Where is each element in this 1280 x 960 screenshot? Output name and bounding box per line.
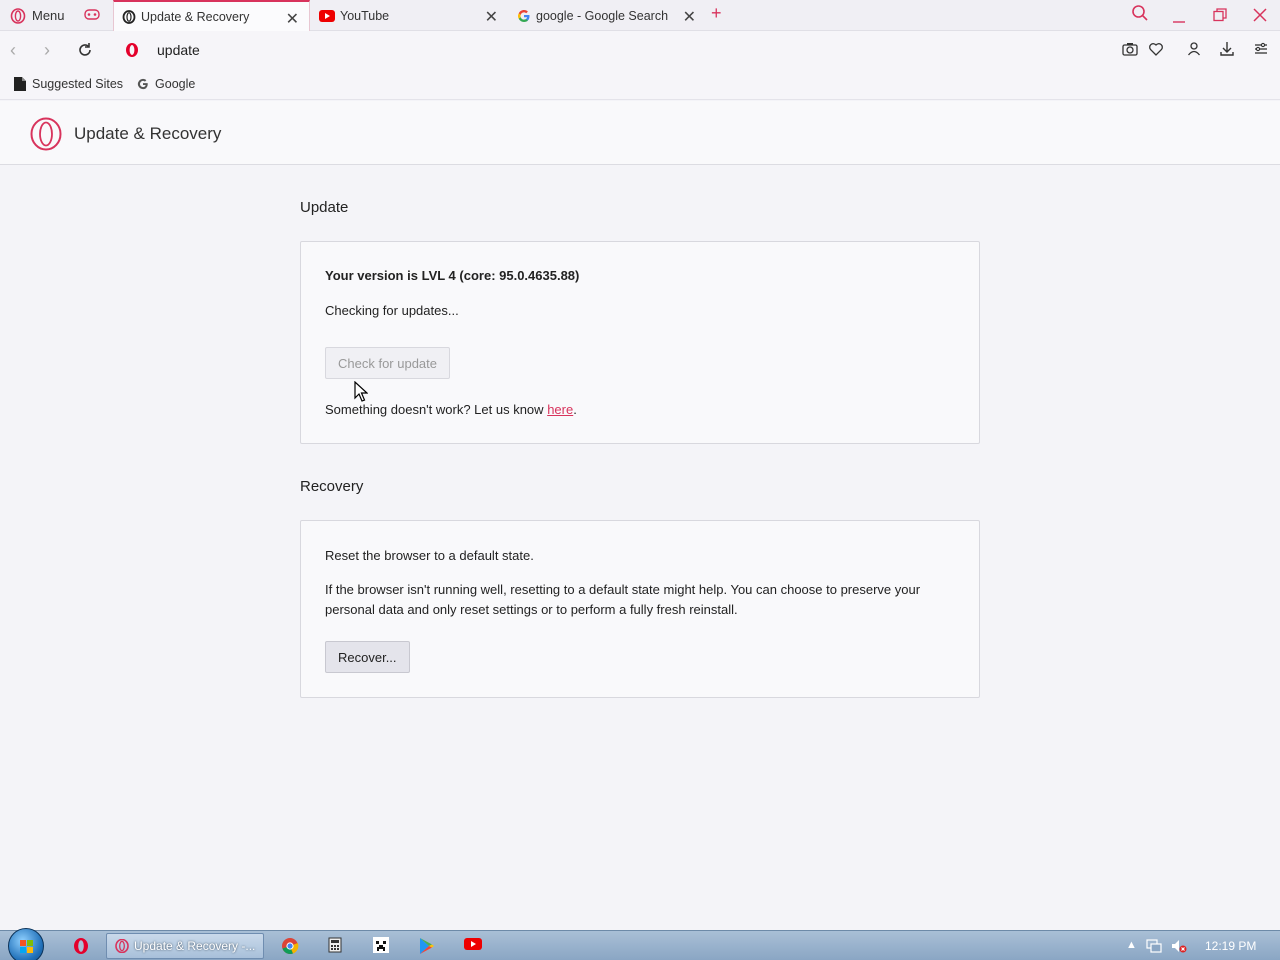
taskbar-clock: 12:19 PM xyxy=(1205,939,1257,953)
show-hidden-icons[interactable]: ▲ xyxy=(1126,939,1137,951)
tab-title: google - Google Search xyxy=(536,8,669,23)
recovery-line1: Reset the browser to a default state. xyxy=(325,548,534,563)
bookmarks-bar: Suggested Sites Google xyxy=(0,69,1280,100)
recovery-line2: If the browser isn't running well, reset… xyxy=(325,582,921,617)
tab-bar: Menu Update & Recovery ✕ YouTube ✕ googl… xyxy=(0,0,1280,31)
tab-title: YouTube xyxy=(340,8,390,23)
opera-gx-icon xyxy=(115,939,129,953)
opera-logo-icon xyxy=(30,117,62,151)
back-icon[interactable]: ‹ xyxy=(10,40,16,61)
close-tab-icon[interactable]: ✕ xyxy=(683,7,696,27)
taskbar-task-label: Update & Recovery -... xyxy=(134,939,256,953)
bookmark-heart-icon[interactable] xyxy=(1148,41,1164,57)
update-section-title: Update xyxy=(300,199,349,216)
update-card: Your version is LVL 4 (core: 95.0.4635.8… xyxy=(300,241,980,444)
tab-google-search[interactable]: google - Google Search ✕ xyxy=(509,0,706,31)
minimize-icon[interactable] xyxy=(1172,10,1186,24)
restore-icon[interactable] xyxy=(1213,8,1227,22)
page-header: Update & Recovery xyxy=(0,101,1280,165)
tab-update-recovery[interactable]: Update & Recovery ✕ xyxy=(113,0,310,31)
easy-setup-icon[interactable] xyxy=(1253,41,1269,57)
youtube-favicon-icon xyxy=(319,9,335,22)
chrome-icon[interactable] xyxy=(281,937,299,955)
bookmark-label: Google xyxy=(155,77,196,91)
update-status: Checking for updates... xyxy=(325,303,459,318)
taskbar-active-window[interactable]: Update & Recovery -... xyxy=(106,933,264,959)
feedback-end: . xyxy=(573,402,577,417)
network-icon[interactable] xyxy=(1146,938,1162,954)
mouse-cursor-icon xyxy=(354,381,368,402)
minecraft-icon[interactable] xyxy=(373,937,389,953)
page-title: Update & Recovery xyxy=(74,124,222,143)
page-icon xyxy=(14,77,26,91)
feedback-label: Something doesn't work? Let us know xyxy=(325,402,544,417)
download-icon[interactable] xyxy=(1219,41,1235,57)
volume-muted-icon[interactable] xyxy=(1171,938,1187,954)
check-for-update-button[interactable]: Check for update xyxy=(325,347,451,379)
opera-favicon-icon xyxy=(122,9,136,24)
feedback-link[interactable]: here xyxy=(547,402,573,417)
version-label: Your version is xyxy=(325,268,418,283)
new-tab-button[interactable]: + xyxy=(711,3,722,24)
bookmark-label: Suggested Sites xyxy=(32,77,124,91)
version-info: Your version is LVL 4 (core: 95.0.4635.8… xyxy=(325,268,579,283)
tab-title: Update & Recovery xyxy=(141,9,250,24)
address-input[interactable]: update xyxy=(157,42,200,58)
recovery-card: Reset the browser to a default state. If… xyxy=(300,520,980,698)
google-favicon-icon xyxy=(518,9,530,22)
opera-address-icon xyxy=(126,43,138,57)
start-button[interactable] xyxy=(8,928,44,960)
close-window-icon[interactable] xyxy=(1253,8,1267,22)
recovery-section-title: Recovery xyxy=(300,478,364,495)
version-value: LVL 4 (core: 95.0.4635.88) xyxy=(421,268,580,283)
taskbar: Update & Recovery -... ▲ 12:19 PM xyxy=(0,928,1280,960)
bookmark-google[interactable]: Google xyxy=(137,77,195,91)
menu-label: Menu xyxy=(32,8,65,23)
bookmark-suggested-sites[interactable]: Suggested Sites xyxy=(14,77,123,91)
forward-icon[interactable]: › xyxy=(44,40,50,61)
snapshot-camera-icon[interactable] xyxy=(1122,41,1138,57)
search-tabs-icon[interactable] xyxy=(1131,4,1149,22)
windows-logo-icon xyxy=(20,940,33,953)
account-icon[interactable] xyxy=(1187,41,1201,57)
gx-control-icon[interactable] xyxy=(84,8,100,22)
address-bar: ‹ › update xyxy=(0,31,1280,69)
feedback-text: Something doesn't work? Let us know here… xyxy=(325,402,577,417)
calculator-icon[interactable] xyxy=(328,937,342,953)
reload-icon[interactable] xyxy=(77,42,93,58)
menu-button[interactable]: Menu xyxy=(0,0,112,31)
close-tab-icon[interactable]: ✕ xyxy=(485,7,498,27)
tab-youtube[interactable]: YouTube ✕ xyxy=(311,0,508,31)
opera-taskbar-icon[interactable] xyxy=(73,937,89,955)
google-icon xyxy=(137,78,148,90)
opera-logo-icon xyxy=(10,7,26,24)
recover-button[interactable]: Recover... xyxy=(325,641,410,673)
play-store-icon[interactable] xyxy=(419,937,435,955)
youtube-taskbar-icon[interactable] xyxy=(464,937,482,951)
close-tab-icon[interactable]: ✕ xyxy=(286,9,299,29)
